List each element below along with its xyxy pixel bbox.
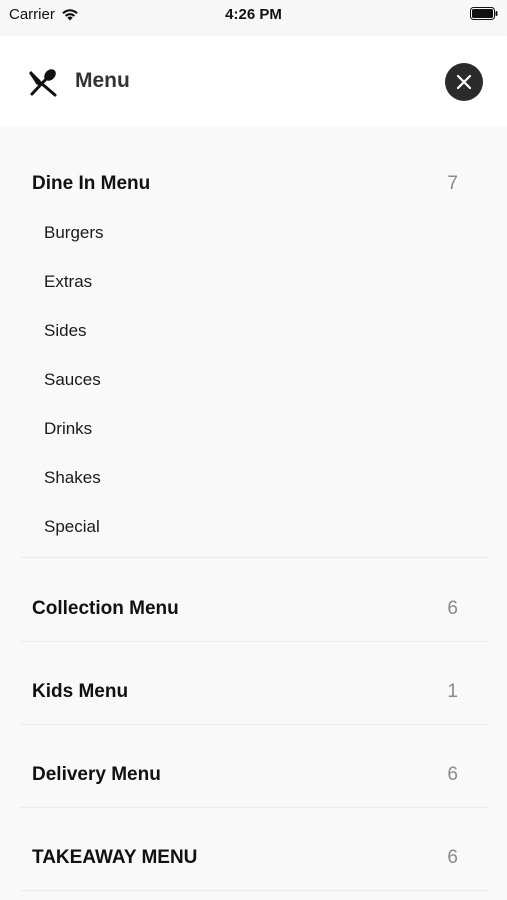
header-title: Menu [75, 69, 130, 92]
status-time: 4:26 PM [225, 6, 282, 23]
close-icon [456, 74, 472, 90]
close-button[interactable] [445, 63, 483, 101]
category-count: 7 [447, 173, 458, 194]
category-count: 6 [447, 598, 458, 619]
category-dine-in[interactable]: Dine In Menu 7 [20, 126, 488, 558]
category-kids[interactable]: Kids Menu 1 [20, 642, 488, 725]
menu-list: Dine In Menu 7 Burgers Extras Sides Sauc… [0, 126, 507, 900]
menu-item-shakes[interactable]: Shakes [44, 468, 101, 488]
menu-header: Menu [0, 36, 507, 126]
category-count: 6 [447, 764, 458, 785]
menu-item-burgers[interactable]: Burgers [44, 223, 104, 243]
cutlery-icon [29, 69, 57, 97]
category-title: Collection Menu [32, 598, 179, 619]
category-takeaway[interactable]: TAKEAWAY MENU 6 [20, 808, 488, 891]
category-collection[interactable]: Collection Menu 6 [20, 558, 488, 642]
menu-item-extras[interactable]: Extras [44, 272, 92, 292]
menu-item-special[interactable]: Special [44, 517, 100, 537]
menu-item-drinks[interactable]: Drinks [44, 419, 92, 439]
category-title: Delivery Menu [32, 764, 161, 785]
category-count: 6 [447, 847, 458, 868]
category-title: Kids Menu [32, 681, 129, 702]
category-title: Dine In Menu [32, 173, 151, 194]
category-count: 1 [447, 681, 458, 702]
menu-item-sides[interactable]: Sides [44, 321, 87, 341]
category-title: TAKEAWAY MENU [32, 847, 198, 868]
menu-item-sauces[interactable]: Sauces [44, 370, 101, 390]
status-bar: Carrier 4:26 PM [0, 0, 507, 36]
battery-icon [470, 7, 498, 20]
category-delivery[interactable]: Delivery Menu 6 [20, 725, 488, 808]
